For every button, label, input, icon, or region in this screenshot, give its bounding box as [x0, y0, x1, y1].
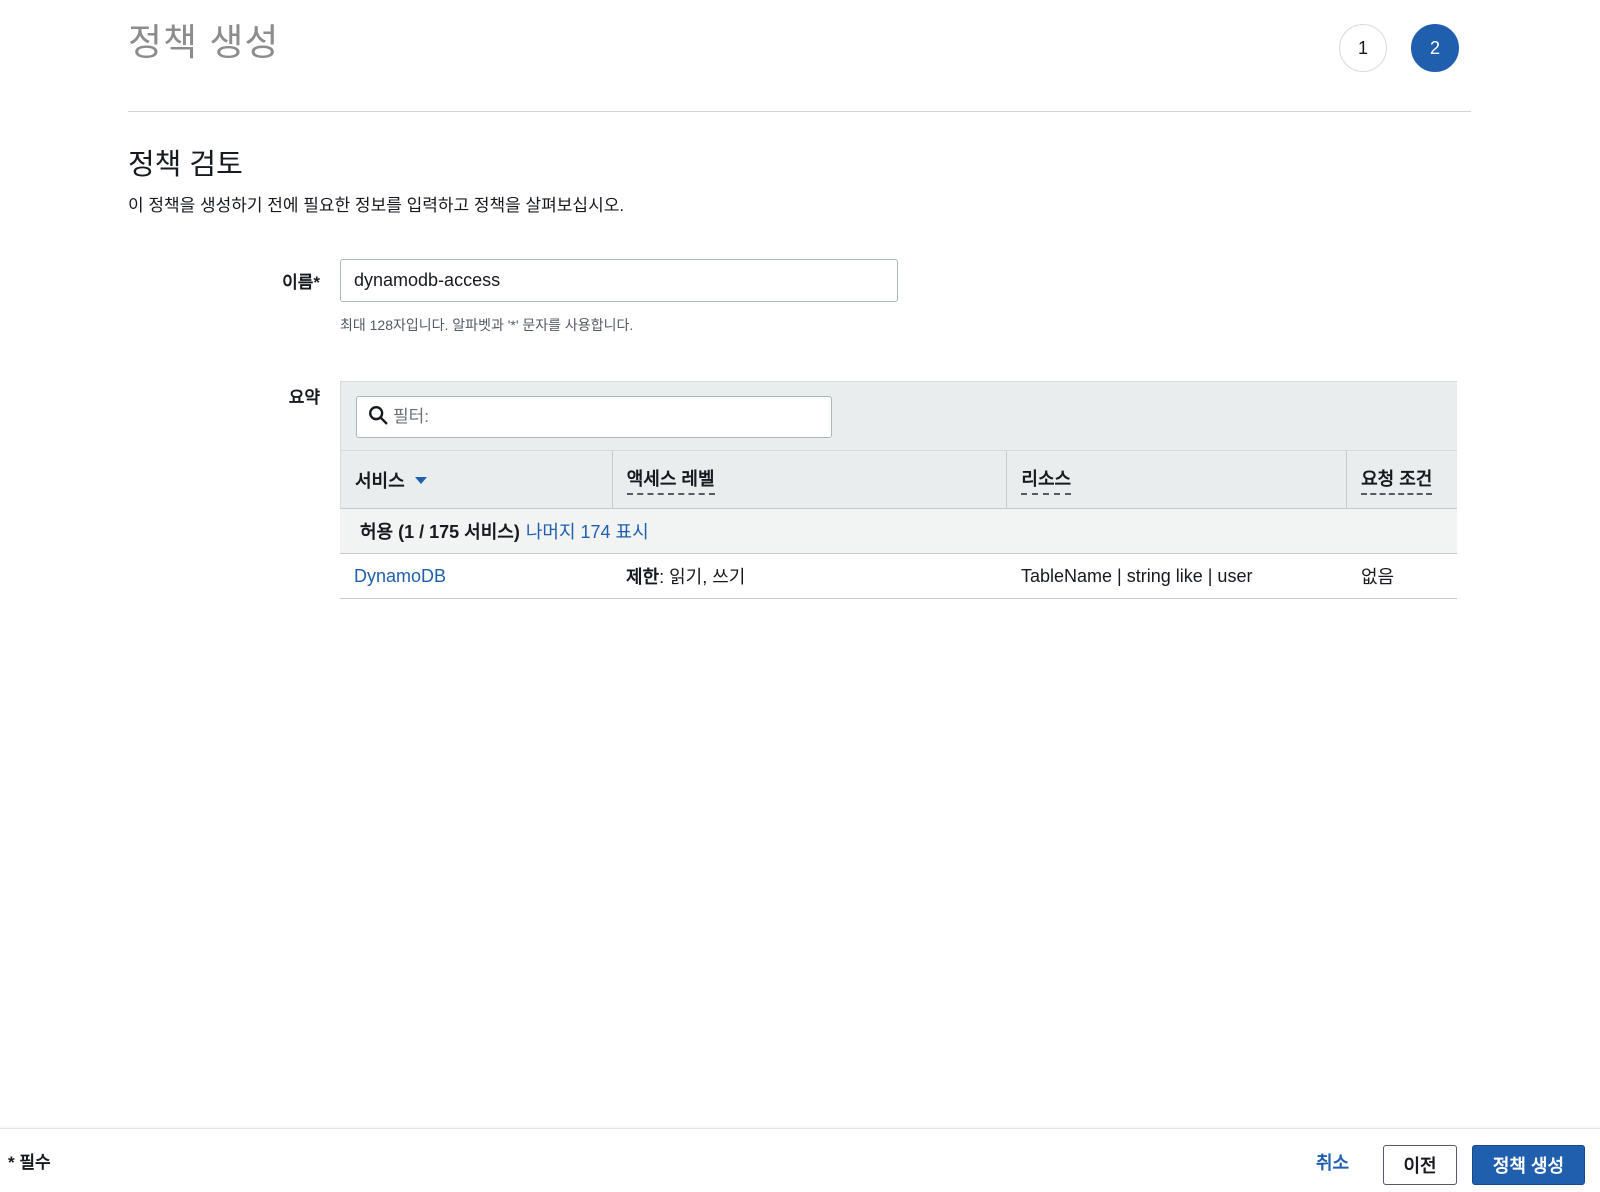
name-label: 이름*	[282, 273, 320, 292]
column-request-condition-label: 요청 조건	[1361, 465, 1433, 495]
create-policy-button[interactable]: 정책 생성	[1472, 1145, 1585, 1185]
condition-cell: 없음	[1361, 567, 1395, 587]
column-service-label: 서비스	[355, 470, 405, 491]
access-level-value: : 읽기, 쓰기	[659, 567, 746, 587]
column-service[interactable]: 서비스	[341, 451, 613, 508]
service-link-dynamodb[interactable]: DynamoDB	[354, 566, 446, 587]
access-level-cell: 제한: 읽기, 쓰기	[612, 554, 1007, 598]
service-cell: DynamoDB	[340, 554, 612, 598]
header-divider	[128, 111, 1471, 112]
filter-box[interactable]	[356, 396, 832, 438]
allow-group-row: 허용 (1 / 175 서비스) 나머지 174 표시	[340, 509, 1457, 554]
policy-name-input[interactable]	[340, 259, 898, 302]
filter-input[interactable]	[393, 407, 813, 427]
column-resource[interactable]: 리소스	[1007, 451, 1348, 508]
create-policy-page: 정책 생성 1 2 정책 검토 이 정책을 생성하기 전에 필요한 정보를 입력…	[0, 0, 1600, 1192]
column-access-level-label: 액세스 레벨	[626, 465, 715, 495]
table-row: DynamoDB 제한: 읽기, 쓰기 TableName | string l…	[340, 554, 1457, 599]
table-header: 서비스 액세스 레벨 리소스 요청 조건	[340, 451, 1457, 509]
step-2-indicator-active[interactable]: 2	[1411, 24, 1459, 72]
footer-bar: * 필수 취소 이전 정책 생성	[0, 1128, 1600, 1192]
required-note: * 필수	[8, 1153, 51, 1172]
name-hint: 최대 128자입니다. 알파벳과 '*' 문자를 사용합니다.	[340, 317, 634, 333]
column-request-condition[interactable]: 요청 조건	[1347, 451, 1457, 508]
sort-down-icon[interactable]	[414, 477, 427, 484]
access-level-prefix: 제한	[626, 567, 660, 587]
filter-bar	[340, 381, 1457, 451]
allow-group-label: 허용 (1 / 175 서비스)	[360, 522, 520, 542]
show-remaining-link[interactable]: 나머지 174 표시	[526, 518, 649, 544]
column-resource-label: 리소스	[1021, 465, 1072, 495]
cancel-button[interactable]: 취소	[1306, 1143, 1359, 1181]
step-1-indicator[interactable]: 1	[1339, 24, 1387, 72]
page-title: 정책 생성	[128, 22, 280, 63]
review-description: 이 정책을 생성하기 전에 필요한 정보를 입력하고 정책을 살펴보십시오.	[128, 196, 625, 215]
column-access-level[interactable]: 액세스 레벨	[613, 451, 1008, 508]
resource-cell: TableName | string like | user	[1021, 565, 1253, 586]
summary-table: 서비스 액세스 레벨 리소스 요청 조건 허용 (1 / 175 서비스) 나머…	[340, 381, 1457, 599]
previous-button[interactable]: 이전	[1383, 1145, 1457, 1185]
search-icon	[367, 404, 393, 431]
summary-label: 요약	[288, 388, 320, 407]
review-title: 정책 검토	[128, 149, 243, 181]
